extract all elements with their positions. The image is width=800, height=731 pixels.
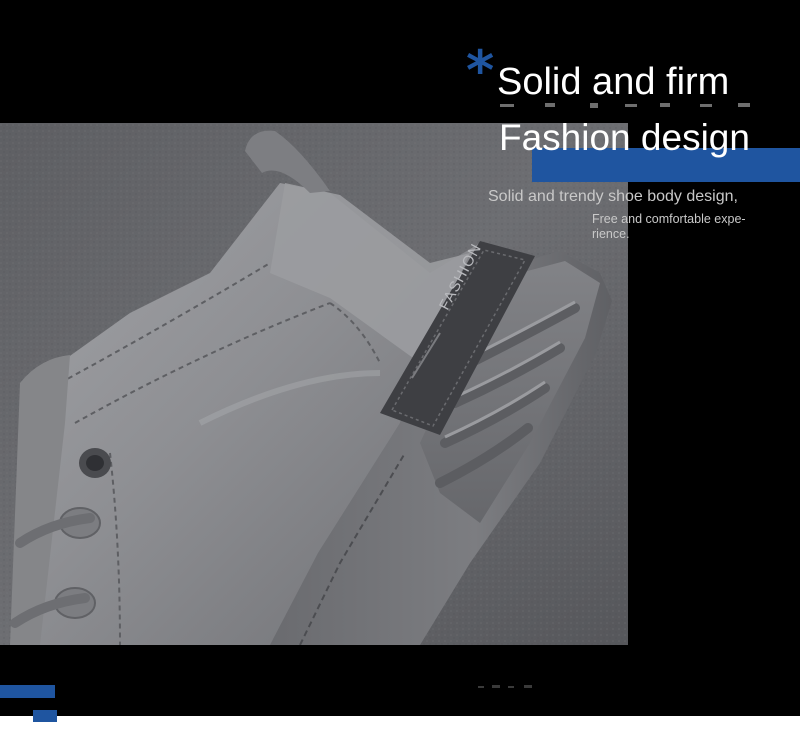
description-line-1: Solid and trendy shoe body design, <box>488 188 738 205</box>
asterisk-icon: * <box>466 39 495 102</box>
headline-line-2: Fashion design <box>499 117 750 158</box>
description-line-2: Free and comfortable expe- <box>592 212 746 226</box>
corner-accent-bar <box>0 685 55 698</box>
product-banner: FASHION * Solid and firm Fashion design … <box>0 0 800 731</box>
description-line-3: rience. <box>592 227 630 241</box>
headline-line-1: Solid and firm <box>497 61 730 103</box>
bottom-white-strip <box>0 716 800 731</box>
faint-decorative-marks <box>478 685 532 688</box>
corner-accent-stub <box>33 710 57 722</box>
